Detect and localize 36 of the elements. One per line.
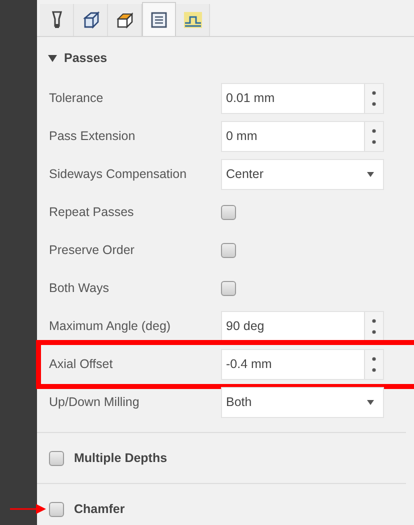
field-label: Tolerance [49, 91, 104, 105]
field-label: Sideways Compensation [49, 167, 188, 181]
checkbox[interactable] [49, 502, 64, 516]
field-label: Maximum Angle (deg) [49, 319, 172, 333]
tab[interactable] [142, 2, 176, 36]
tab[interactable] [108, 4, 142, 36]
list-icon [150, 10, 168, 28]
spinner-field[interactable]: 0.01 mm [221, 82, 384, 114]
tab[interactable] [40, 4, 74, 36]
dropdown-field[interactable]: Both [221, 386, 384, 418]
section-title: Passes [64, 51, 108, 65]
caret-icon[interactable] [367, 172, 374, 176]
field-label: Axial Offset [49, 357, 114, 371]
spinner-field[interactable]: 0 mm [221, 120, 384, 152]
tab[interactable] [74, 4, 108, 36]
field-label: Repeat Passes [49, 205, 135, 219]
collapse-triangle-icon[interactable] [48, 54, 57, 62]
group-label: Chamfer [74, 502, 125, 516]
spinner-arrows-icon[interactable] [372, 356, 376, 372]
spinner-arrows-icon[interactable] [372, 318, 376, 334]
caret-icon[interactable] [367, 400, 374, 404]
field-label: Both Ways [49, 281, 110, 295]
field-label: Up/Down Milling [49, 395, 140, 409]
spinner-arrows-icon[interactable] [372, 128, 376, 144]
checkbox[interactable] [221, 242, 236, 258]
group-label: Multiple Depths [74, 451, 168, 465]
spinner-field[interactable]: -0.4 mm [221, 348, 384, 380]
checkbox[interactable] [221, 204, 236, 220]
field-label: Preserve Order [49, 243, 136, 257]
spinner-arrows-icon[interactable] [372, 90, 376, 106]
dropdown-field[interactable]: Center [221, 158, 384, 190]
spinner-field[interactable]: 90 deg [221, 310, 384, 342]
field-label: Pass Extension [49, 129, 136, 143]
checkbox[interactable] [49, 450, 64, 466]
cube-icon [80, 10, 100, 30]
checkbox[interactable] [221, 280, 236, 296]
